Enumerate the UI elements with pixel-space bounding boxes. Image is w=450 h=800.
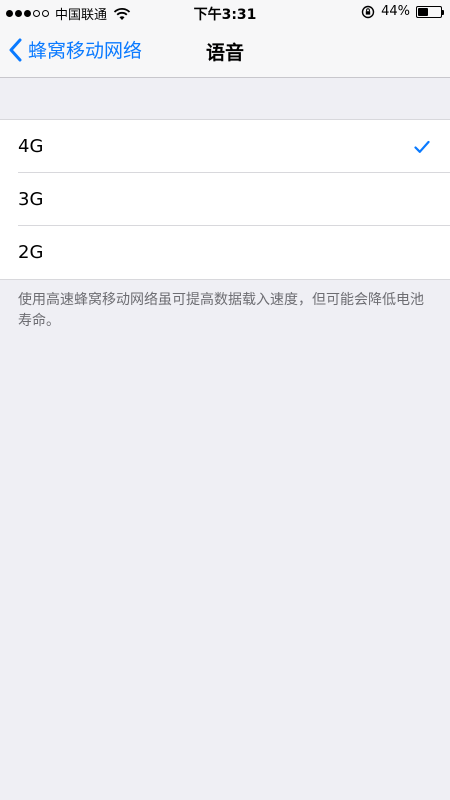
navigation-bar: 蜂窝移动网络 语音 [0, 26, 450, 78]
battery-tip [442, 9, 444, 15]
footnote-text: 使用高速蜂窝移动网络虽可提高数据载入速度，但可能会降低电池寿命。 [18, 292, 424, 329]
option-3g[interactable]: 3G [0, 173, 450, 226]
check-icon [414, 140, 430, 153]
battery-percent: 44% [381, 4, 410, 19]
network-options-list: 4G 3G 2G [0, 119, 450, 280]
option-4g[interactable]: 4G [0, 120, 450, 173]
screen: 中国联通 下午3:31 44% 蜂窝移动网络 语音 4G 3G 2G 使用高速蜂… [0, 0, 450, 800]
status-bar: 中国联通 下午3:31 44% [0, 0, 450, 26]
battery-icon [416, 5, 444, 18]
battery-fill [418, 7, 428, 16]
rotation-lock-icon [361, 5, 375, 18]
option-2g[interactable]: 2G [0, 226, 450, 279]
page-title: 语音 [205, 42, 244, 64]
option-label: 2G [18, 242, 44, 263]
option-label: 4G [18, 136, 44, 157]
option-label: 3G [18, 189, 44, 210]
status-right: 44% [361, 4, 444, 19]
